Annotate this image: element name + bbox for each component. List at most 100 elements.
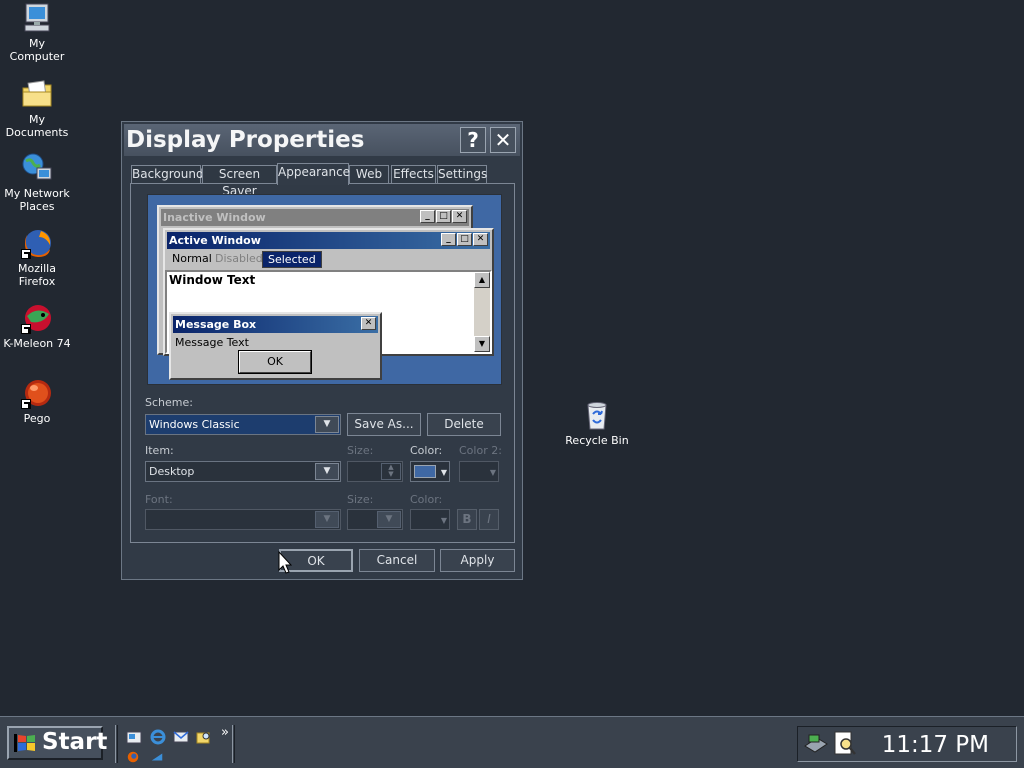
clock[interactable]: 11:17 PM [882,732,989,758]
firefox-quicklaunch-icon[interactable] [126,750,140,764]
mouse-cursor-icon [278,551,292,574]
desktop-icon-recycle-bin[interactable]: Recycle Bin [560,399,634,447]
desktop-icon-pego[interactable]: Pego [0,377,74,425]
save-as-button[interactable]: Save As... [347,413,421,436]
network-connection-icon[interactable] [803,732,829,756]
desktop-icon-label: Mozilla Firefox [18,262,56,288]
cancel-button[interactable]: Cancel [359,549,435,572]
maximize-icon: □ [436,210,451,223]
close-button[interactable]: ✕ [490,127,516,153]
chevron-down-icon[interactable]: ▼ [315,416,339,433]
menu-selected: Selected [262,251,322,268]
item-color-label: Color: [410,444,443,457]
font-select: ▼ [145,509,341,530]
chevron-down-icon[interactable]: ▼ [315,463,339,480]
desktop-icon-k-meleon[interactable]: K-Meleon 74 [0,302,74,350]
item-size-spinner: ▲ ▼ [347,461,403,482]
pego-icon [21,377,53,409]
scrollbar: ▲ ▼ [474,272,490,352]
minimize-icon: _ [441,233,456,246]
chevron-down-icon: ▼ [440,516,447,525]
font-color-label: Color: [410,493,443,506]
font-color-button: ▼ [410,509,450,530]
maximize-icon: □ [457,233,472,246]
chevron-down-icon: ▼ [440,468,447,477]
desktop-icon-label: My Documents [5,113,69,139]
quick-launch-grip [115,725,118,763]
tab-background[interactable]: Background [131,165,204,184]
recycle-bin-icon [581,399,613,431]
tab-screen-saver[interactable]: Screen Saver [202,165,277,198]
minimize-icon: _ [420,210,435,223]
delete-button[interactable]: Delete [427,413,501,436]
item-value: Desktop [149,465,195,478]
media-quicklaunch-icon[interactable] [150,750,164,764]
tab-web[interactable]: Web [349,165,389,184]
documents-folder-icon [21,78,53,110]
color-swatch [414,465,436,478]
desktop-icon-mozilla-firefox[interactable]: Mozilla Firefox [0,227,74,288]
desktop-icon-my-documents[interactable]: My Documents [0,78,74,139]
message-ok-button: OK [238,350,312,374]
close-icon: ✕ [473,233,488,246]
tab-settings[interactable]: Settings [437,165,487,184]
item-select[interactable]: Desktop ▼ [145,461,341,482]
appearance-preview[interactable]: Inactive Window _ □ ✕ Active Window _ □ … [147,194,502,385]
start-button[interactable]: Start [7,726,107,760]
italic-button: I [479,509,499,530]
firefox-icon [21,227,53,259]
font-label: Font: [145,493,173,506]
chevron-down-icon: ▼ [489,468,496,477]
desktop-icon-label: My Computer [9,37,65,63]
scheme-value: Windows Classic [149,418,240,431]
bold-button: B [457,509,477,530]
shortcut-arrow-icon [21,399,31,409]
system-tray: 11:17 PM [797,726,1017,762]
outlook-express-icon[interactable] [173,729,189,745]
item-color-button[interactable]: ▼ [410,461,450,482]
item-size-label: Size: [347,444,374,457]
apply-button[interactable]: Apply [440,549,515,572]
close-icon: ✕ [361,317,376,330]
chevron-down-icon: ▼ [377,511,401,528]
desktop-icon-label: K-Meleon 74 [3,337,71,350]
window-text: Window Text [169,273,256,287]
quick-launch-chevron[interactable]: » [221,725,229,740]
spinner-arrows-icon: ▲ ▼ [381,463,401,480]
search-tray-icon[interactable] [833,730,857,758]
scheme-select[interactable]: Windows Classic ▼ [145,414,341,435]
font-size-label: Size: [347,493,374,506]
taskbar-separator [232,725,235,763]
taskbar: Start » 11:17 PM [0,716,1024,768]
scheme-label: Scheme: [145,396,193,409]
shortcut-arrow-icon [21,249,31,259]
start-label: Start [42,729,108,755]
k-meleon-icon [21,302,53,334]
font-size-select: ▼ [347,509,403,530]
title-bar[interactable]: Display Properties ? ✕ [124,124,520,156]
menu-disabled: Disabled [215,252,263,265]
internet-explorer-icon[interactable] [150,729,166,745]
computer-icon [21,2,53,34]
chevron-down-icon: ▼ [315,511,339,528]
close-icon: ✕ [452,210,467,223]
item-color2-label: Color 2: [459,444,502,457]
show-desktop-icon[interactable] [126,729,142,745]
dialog-title: Display Properties [126,127,365,153]
item-label: Item: [145,444,174,457]
desktop-icon-my-network-places[interactable]: My Network Places [0,152,74,213]
explorer-search-icon[interactable] [196,729,212,745]
appearance-panel: Inactive Window _ □ ✕ Active Window _ □ … [130,183,515,543]
windows-flag-icon [14,734,35,752]
tab-effects[interactable]: Effects [391,165,436,184]
scroll-down-icon: ▼ [474,336,490,352]
message-box-preview: Message Box ✕ Message Text OK [169,312,382,380]
desktop-icon-label: My Network Places [4,187,70,213]
message-box-title: Message Box [173,316,378,333]
shortcut-arrow-icon [21,324,31,334]
tab-appearance[interactable]: Appearance [277,163,350,185]
desktop-icon-my-computer[interactable]: My Computer [0,2,74,63]
desktop-icon-label: Pego [23,412,51,425]
display-properties-dialog: Display Properties ? ✕ Background Screen… [121,121,523,580]
help-button[interactable]: ? [460,127,486,153]
